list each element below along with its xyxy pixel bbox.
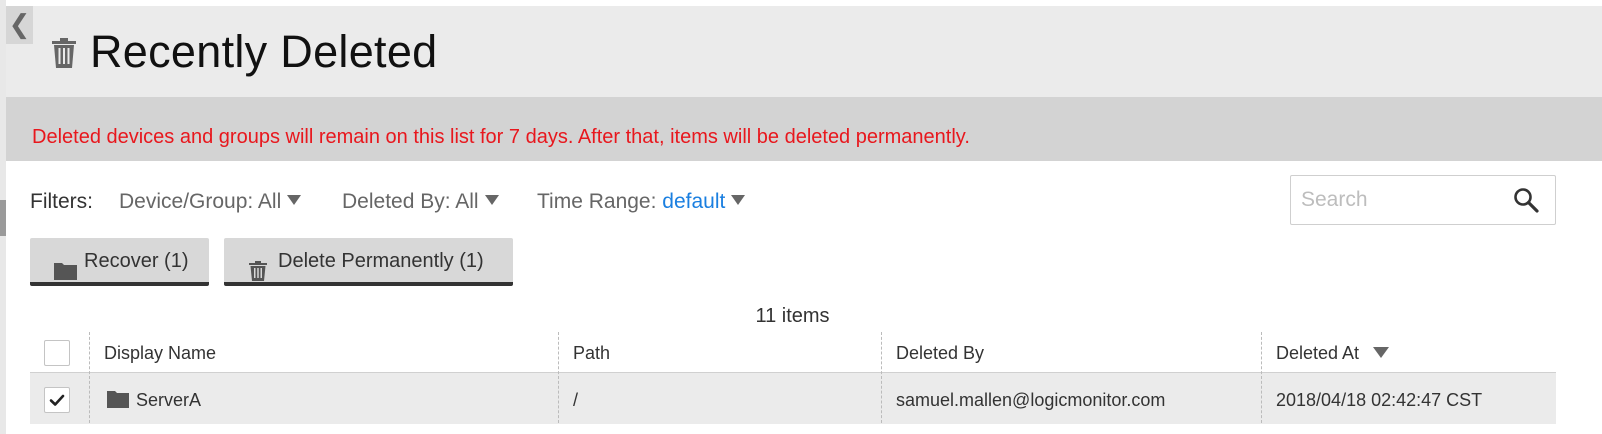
cell-deleted-at: 2018/04/18 02:42:47 CST [1276,390,1483,410]
row-checkbox[interactable] [44,387,70,413]
folder-icon [54,251,77,297]
filter-deleted-by-label: Deleted By: [342,190,451,213]
filter-deleted-by-value: All [455,190,479,213]
table-row[interactable]: ServerA / samuel.mallen@logicmonitor.com… [30,372,1556,424]
cell-path: / [573,390,579,410]
left-rail-marker [0,200,6,236]
filters-label: Filters: [30,190,93,213]
retention-banner: Deleted devices and groups will remain o… [6,97,1602,161]
search-icon[interactable] [1513,187,1539,218]
filter-time-range-label: Time Range: [537,190,657,213]
page-title: Recently Deleted [90,26,438,77]
filter-time-range-value: default [662,190,726,213]
column-header-deleted-at-label: Deleted At [1276,343,1360,363]
select-all-checkbox[interactable] [44,340,70,366]
column-divider [881,332,882,423]
collapse-sidebar-button[interactable]: ❮ [6,6,33,44]
cell-deleted-by: samuel.mallen@logicmonitor.com [896,390,1166,410]
chevron-left-icon: ❮ [8,9,31,39]
recover-button[interactable]: Recover (1) [30,238,209,286]
search-input[interactable] [1299,182,1513,218]
recover-button-label: Recover (1) [84,250,189,272]
trash-icon [249,252,267,298]
table-header-row: Display Name Path Deleted By Deleted At [30,332,1556,372]
caret-down-icon [731,195,746,205]
filter-time-range[interactable]: Time Range: default [537,188,746,216]
item-count: 11 items [755,305,830,327]
checkmark-icon [49,394,65,406]
search-box [1290,175,1556,225]
filter-deleted-by[interactable]: Deleted By: All [342,188,499,216]
folder-icon [107,388,129,413]
sort-descending-icon [1373,347,1390,358]
filter-device-group[interactable]: Device/Group: All [119,188,302,216]
filter-device-group-value: All [257,190,282,213]
column-header-deleted-by[interactable]: Deleted By [896,342,984,364]
caret-down-icon [287,195,302,205]
trash-icon [52,38,76,73]
column-header-deleted-at[interactable]: Deleted At [1276,342,1390,364]
filter-device-group-label: Device/Group: [119,190,254,213]
caret-down-icon [484,195,499,205]
column-header-display-name[interactable]: Display Name [104,342,216,364]
delete-permanently-button[interactable]: Delete Permanently (1) [224,238,513,286]
cell-display-name[interactable]: ServerA [136,389,201,411]
column-divider [558,332,559,423]
delete-permanently-button-label: Delete Permanently (1) [278,250,484,272]
column-header-path[interactable]: Path [573,342,610,364]
column-divider [1261,332,1262,423]
retention-banner-text: Deleted devices and groups will remain o… [32,126,970,148]
column-divider [89,332,90,423]
